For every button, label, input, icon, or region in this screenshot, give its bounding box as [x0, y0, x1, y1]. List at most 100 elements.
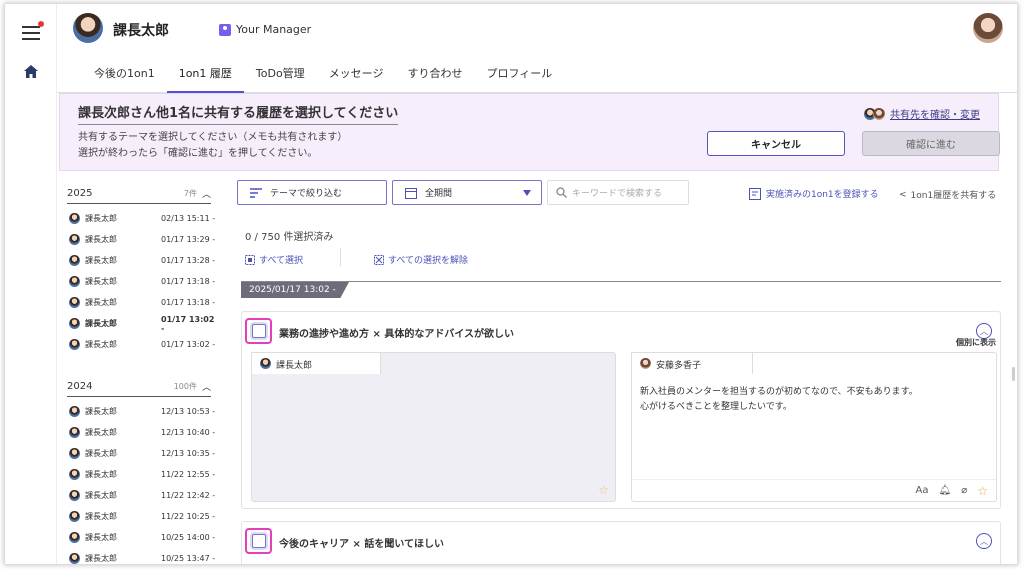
tab-upcoming[interactable]: 今後の1on1: [82, 59, 167, 93]
history-item-name: 課長太郎: [85, 554, 117, 563]
star-icon[interactable]: ☆: [598, 483, 609, 497]
register-1on1-link[interactable]: 実施済みの1on1を登録する: [749, 187, 879, 200]
theme-filter-label: テーマで絞り込む: [270, 189, 343, 199]
notification-dot: [38, 21, 44, 27]
theme-filter-button[interactable]: テーマで絞り込む: [237, 180, 387, 205]
tab-message[interactable]: メッセージ: [317, 59, 396, 93]
history-item[interactable]: 課長太郎 01/17 13:18 -: [59, 292, 219, 313]
history-item-time: 12/13 10:40 -: [161, 428, 216, 437]
select-all-button[interactable]: すべて選択: [245, 253, 303, 266]
share-target-label: 共有先を確認・変更: [890, 110, 980, 121]
memo-line-2: 心がけるべきことを整理したいです。: [640, 402, 792, 412]
history-item[interactable]: 課長太郎 10/25 14:00 -: [59, 527, 219, 548]
tab-history[interactable]: 1on1 履歴: [166, 59, 244, 93]
scrollbar[interactable]: [1012, 367, 1015, 381]
history-item-time: 11/22 12:42 -: [161, 491, 216, 500]
theme-card: 業務の進捗や進め方 × 具体的なアドバイスが欲しい ︿ 課長太郎 ☆ 安藤多香子…: [241, 311, 1001, 509]
history-item-name: 課長太郎: [85, 298, 117, 307]
history-item[interactable]: 課長太郎 01/17 13:02 -: [59, 334, 219, 355]
history-item[interactable]: 課長太郎 11/22 10:25 -: [59, 506, 219, 527]
history-item[interactable]: 課長太郎 12/13 10:40 -: [59, 422, 219, 443]
history-item-time: 01/17 13:02 -: [161, 314, 215, 333]
chevron-up-icon[interactable]: ︿: [202, 187, 211, 200]
avatar: [69, 490, 80, 501]
history-item[interactable]: 課長太郎 11/22 12:55 -: [59, 464, 219, 485]
history-item[interactable]: 課長太郎 02/13 15:11 -: [59, 208, 219, 229]
keyword-placeholder: キーワードで検索する: [572, 189, 663, 199]
tab-todo[interactable]: ToDo管理: [244, 59, 317, 93]
keyword-search-input[interactable]: キーワードで検索する: [547, 180, 689, 205]
date-divider: [241, 281, 1001, 282]
history-item-name: 課長太郎: [85, 512, 117, 521]
role-label: Your Manager: [236, 23, 312, 36]
history-item[interactable]: 課長太郎 01/17 13:18 -: [59, 271, 219, 292]
filter-icon: [250, 187, 262, 198]
history-item-time: 11/22 12:55 -: [161, 470, 216, 479]
avatar: [69, 469, 80, 480]
history-item[interactable]: 課長太郎 10/25 13:47 -: [59, 548, 219, 564]
banner-line-2: 選択が終わったら「確認に進む」を押してください。: [78, 148, 318, 159]
history-item[interactable]: 課長太郎 01/17 13:29 -: [59, 229, 219, 250]
history-item[interactable]: 課長太郎 01/17 13:28 -: [59, 250, 219, 271]
year-count: 100件: [173, 382, 197, 391]
history-item-time: 01/17 13:28 -: [161, 256, 216, 265]
star-icon[interactable]: ☆: [977, 484, 988, 498]
user-avatar: [73, 13, 103, 43]
history-item-name: 課長太郎: [85, 340, 117, 349]
theme-checkbox[interactable]: [245, 528, 272, 554]
tab-profile[interactable]: プロフィール: [474, 59, 564, 93]
history-item-name: 課長太郎: [85, 277, 117, 286]
history-item[interactable]: 課長太郎 11/22 12:42 -: [59, 485, 219, 506]
history-item-name: 課長太郎: [85, 470, 117, 479]
avatar: [69, 406, 80, 417]
deselect-all-button[interactable]: すべての選択を解除: [374, 253, 468, 266]
chevron-up-icon[interactable]: ︿: [202, 380, 211, 393]
year-header[interactable]: 2024 100件 ︿: [67, 375, 211, 397]
history-item[interactable]: 課長太郎 01/17 13:02 -: [59, 313, 219, 334]
period-select[interactable]: 全期間: [392, 180, 542, 205]
avatar: [69, 234, 80, 245]
avatar: [69, 427, 80, 438]
avatar: [69, 297, 80, 308]
confirm-button[interactable]: 確認に進む: [862, 131, 1000, 156]
divider: [340, 248, 341, 266]
individual-view-link[interactable]: 個別に表示: [956, 337, 996, 348]
memo-toolbar: Aa 🔔︎ ⌀ ☆: [632, 479, 996, 501]
history-item-time: 01/17 13:02 -: [161, 340, 216, 349]
user-name: 課長太郎: [113, 23, 169, 39]
person-icon: [219, 23, 231, 36]
collapse-icon[interactable]: ︿: [976, 533, 992, 549]
bell-icon[interactable]: 🔔︎: [939, 485, 952, 496]
recipient-avatar: [873, 107, 885, 120]
tab-bar: 今後の1on1 1on1 履歴 ToDo管理 メッセージ すり合わせ プロフィー…: [82, 59, 564, 93]
history-item[interactable]: 課長太郎 12/13 10:53 -: [59, 401, 219, 422]
history-item-name: 課長太郎: [85, 407, 117, 416]
cancel-button[interactable]: キャンセル: [707, 131, 845, 156]
theme-title: 業務の進捗や進め方 × 具体的なアドバイスが欲しい: [279, 329, 515, 340]
banner-line-1: 共有するテーマを選択してください（メモも共有されます）: [78, 132, 348, 143]
history-item-name: 課長太郎: [85, 214, 117, 223]
history-item-name: 課長太郎: [85, 449, 117, 458]
theme-title: 今後のキャリア × 話を聞いてほしい: [279, 539, 445, 550]
memo-tab-right: 安藤多香子: [631, 352, 753, 374]
history-item-time: 10/25 13:47 -: [161, 554, 216, 563]
attachment-icon[interactable]: ⌀: [961, 485, 967, 496]
theme-checkbox[interactable]: [245, 318, 272, 344]
year-header[interactable]: 2025 7件 ︿: [67, 182, 211, 204]
home-icon[interactable]: [24, 65, 38, 78]
menu-icon[interactable]: [22, 21, 44, 40]
share-history-link[interactable]: < 1on1履歴を共有する: [899, 188, 996, 202]
note-icon: [749, 187, 761, 200]
history-item-time: 02/13 15:11 -: [161, 214, 216, 223]
history-item-time: 12/13 10:35 -: [161, 449, 216, 458]
search-icon: [556, 187, 567, 198]
banner-title: 課長次郎さん他1名に共有する履歴を選択してください: [78, 102, 399, 125]
history-item-time: 11/22 10:25 -: [161, 512, 216, 521]
history-item[interactable]: 課長太郎 12/13 10:35 -: [59, 443, 219, 464]
theme-card: 今後のキャリア × 話を聞いてほしい ︿: [241, 521, 1001, 564]
share-target-link[interactable]: 共有先を確認・変更: [864, 106, 980, 121]
share-icon: <: [899, 189, 907, 200]
font-icon[interactable]: Aa: [916, 485, 929, 496]
account-avatar[interactable]: [973, 13, 1003, 43]
tab-alignment[interactable]: すり合わせ: [395, 59, 474, 93]
